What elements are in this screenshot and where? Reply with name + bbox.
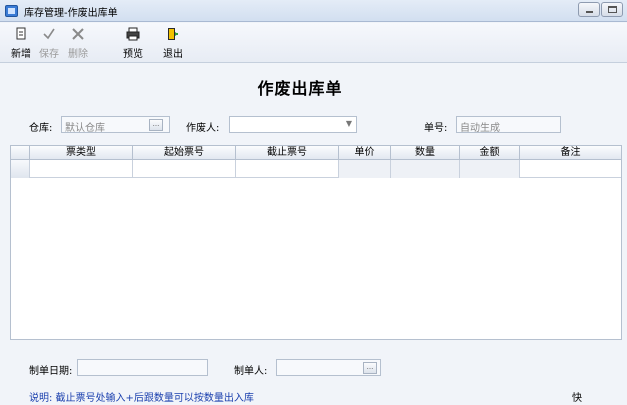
- delete-label: 删除: [68, 49, 88, 60]
- main-window: 库存管理-作废出库单 新增 保存 删除 预览 退出 作废出库单 仓库: 默认仓库…: [0, 0, 627, 405]
- maximize-icon: [608, 6, 617, 13]
- chevron-down-icon: ▼: [345, 119, 352, 128]
- voider-label: 作废人:: [186, 123, 220, 134]
- voider-combo[interactable]: ▼: [229, 116, 357, 133]
- exit-button[interactable]: 退出: [156, 25, 190, 61]
- warehouse-field[interactable]: 默认仓库 ...: [61, 116, 170, 134]
- table-row[interactable]: [11, 160, 621, 178]
- checkmark-icon: [43, 28, 55, 40]
- printer-icon: [126, 27, 140, 41]
- minimize-icon: [586, 11, 593, 13]
- warehouse-label: 仓库:: [29, 123, 53, 134]
- cell-qty[interactable]: [391, 160, 460, 178]
- preview-label: 预览: [123, 49, 143, 60]
- window-title: 库存管理-作废出库单: [24, 8, 118, 19]
- maker-label: 制单人:: [234, 366, 268, 377]
- toolbar: 新增 保存 删除 预览 退出: [0, 23, 627, 63]
- warehouse-value: 默认仓库: [65, 123, 105, 134]
- window-controls: [577, 2, 623, 17]
- col-start-no[interactable]: 起始票号: [133, 146, 236, 160]
- new-doc-icon: [16, 27, 26, 40]
- detail-grid: 票类型 起始票号 截止票号 单价 数量 金额 备注: [10, 145, 622, 340]
- col-remark[interactable]: 备注: [520, 146, 621, 160]
- form-title: 作废出库单: [257, 79, 343, 98]
- cell-start-no[interactable]: [133, 160, 236, 178]
- minimize-button[interactable]: [578, 2, 600, 17]
- col-price[interactable]: 单价: [339, 146, 391, 160]
- cell-price[interactable]: [339, 160, 391, 178]
- cell-amount[interactable]: [460, 160, 520, 178]
- col-amount[interactable]: 金额: [460, 146, 520, 160]
- cell-remark[interactable]: [520, 160, 621, 178]
- number-placeholder: 自动生成: [460, 123, 500, 134]
- status-text: 快: [572, 393, 582, 404]
- delete-button[interactable]: 删除: [61, 25, 95, 61]
- date-label: 制单日期:: [29, 366, 73, 377]
- date-field[interactable]: [77, 359, 208, 376]
- title-bar: 库存管理-作废出库单: [0, 0, 627, 22]
- row-indicator[interactable]: [11, 160, 30, 178]
- col-qty[interactable]: 数量: [391, 146, 460, 160]
- row-indicator-header: [11, 146, 30, 160]
- cell-ticket-type[interactable]: [30, 160, 133, 178]
- warehouse-lookup-button[interactable]: ...: [149, 119, 163, 131]
- col-end-no[interactable]: 截止票号: [236, 146, 339, 160]
- maker-lookup-button[interactable]: ...: [363, 362, 377, 374]
- maximize-button[interactable]: [601, 2, 623, 17]
- instruction-note: 说明: 截止票号处输入+后跟数量可以按数量出入库: [29, 393, 254, 404]
- cell-end-no[interactable]: [236, 160, 339, 178]
- maker-field[interactable]: ...: [276, 359, 381, 376]
- preview-button[interactable]: 预览: [116, 25, 150, 61]
- number-label: 单号:: [424, 123, 448, 134]
- exit-label: 退出: [163, 49, 183, 60]
- col-ticket-type[interactable]: 票类型: [30, 146, 133, 160]
- delete-x-icon: [72, 28, 84, 40]
- number-field[interactable]: 自动生成: [456, 116, 561, 134]
- exit-door-icon: [168, 28, 178, 40]
- grid-header: 票类型 起始票号 截止票号 单价 数量 金额 备注: [11, 146, 621, 160]
- app-icon: [5, 5, 18, 17]
